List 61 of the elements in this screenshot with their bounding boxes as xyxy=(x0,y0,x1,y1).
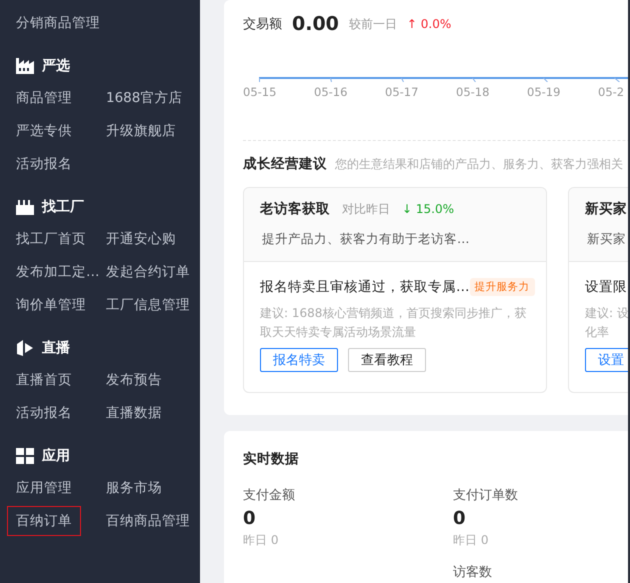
menu-item[interactable]: 1688官方店 xyxy=(97,82,192,112)
axis-label: 05-18 xyxy=(455,85,490,99)
metric-label: 支付订单数 xyxy=(453,487,519,504)
menu-item[interactable]: 工厂信息管理 xyxy=(97,290,199,320)
section-title: 严选 xyxy=(42,57,70,75)
task-title: 设置限 xyxy=(585,278,627,296)
menu-item[interactable]: 询价单管理 xyxy=(7,290,95,320)
metric-value: 0 xyxy=(243,508,257,529)
card-description: 新买家 xyxy=(587,231,627,248)
change-value: ↓ 15.0% xyxy=(402,202,454,216)
metric-value: 0.00 xyxy=(292,13,339,35)
menu-item[interactable]: 活动报名 xyxy=(7,398,81,428)
advice-text: 建议: 设 化率 xyxy=(585,305,628,341)
menu-item[interactable]: 发起合约订单 xyxy=(97,256,199,286)
action-button[interactable]: 查看教程 xyxy=(348,348,426,372)
card-title: 老访客获取 xyxy=(260,200,330,218)
axis-label: 05-2 xyxy=(597,85,626,99)
menu-item[interactable]: 找工厂首页 xyxy=(7,224,95,254)
task-title: 报名特卖且审核通过，获取专属… xyxy=(260,278,470,296)
axis-label: 05-16 xyxy=(313,85,348,99)
compare-label: 对比昨日 xyxy=(342,200,390,218)
section-title: 应用 xyxy=(42,447,70,465)
menu-item[interactable]: 应用管理 xyxy=(7,472,81,502)
card-description: 提升产品力、获客力有助于老访客… xyxy=(262,231,470,248)
section-subtitle: 您的生意结果和店铺的产品力、服务力、获客力强相关 xyxy=(335,156,623,172)
menu-item[interactable]: 服务市场 xyxy=(97,472,171,502)
axis-label: 05-15 xyxy=(242,85,278,99)
section-title: 找工厂 xyxy=(42,198,84,216)
menu-item[interactable]: 百纳订单 xyxy=(7,506,81,536)
action-button[interactable]: 报名特卖 xyxy=(260,348,338,372)
metric-label: 支付金额 xyxy=(243,487,296,504)
card-title: 新买家 xyxy=(585,200,627,218)
yesterday-value: 昨日 0 xyxy=(453,532,490,549)
menu-item[interactable]: 百纳商品管理 xyxy=(97,506,199,536)
menu-item[interactable]: 严选专供 xyxy=(7,116,81,146)
tag: 提升服务力 xyxy=(470,278,534,296)
grid-icon xyxy=(16,448,34,464)
menu-item[interactable]: 活动报名 xyxy=(7,148,81,178)
advice-text: 建议: 1688核心营销频道，首页搜索同步推广，获 取天天特卖专属活动场景流量 xyxy=(260,305,528,341)
section-title: 实时数据 xyxy=(243,450,300,469)
change-value: ↑ 0.0% xyxy=(406,17,452,31)
menu-item[interactable]: 升级旗舰店 xyxy=(97,116,185,146)
menu-item[interactable]: 发布预告 xyxy=(97,364,171,394)
yesterday-value: 昨日 0 xyxy=(243,532,280,549)
compare-label: 较前一日 xyxy=(348,16,397,32)
factory-icon xyxy=(16,58,34,74)
menu-item[interactable]: 商品管理 xyxy=(7,82,81,112)
menu-item[interactable]: 直播首页 xyxy=(7,364,81,394)
axis-label: 05-17 xyxy=(384,85,420,99)
factory-icon xyxy=(16,199,34,215)
action-button[interactable]: 设置 xyxy=(585,348,628,372)
menu-item[interactable]: 分销商品管理 xyxy=(7,8,109,38)
metric-label: 访客数 xyxy=(453,564,493,581)
section-title: 成长经营建议 xyxy=(243,155,327,173)
axis-label: 05-19 xyxy=(526,85,562,99)
play-icon xyxy=(16,340,34,356)
metric-label: 交易额 xyxy=(243,16,282,33)
section-title: 直播 xyxy=(42,339,70,357)
metric-value: 0 xyxy=(453,508,467,529)
menu-item[interactable]: 直播数据 xyxy=(97,398,171,428)
menu-item[interactable]: 开通安心购 xyxy=(97,224,185,254)
